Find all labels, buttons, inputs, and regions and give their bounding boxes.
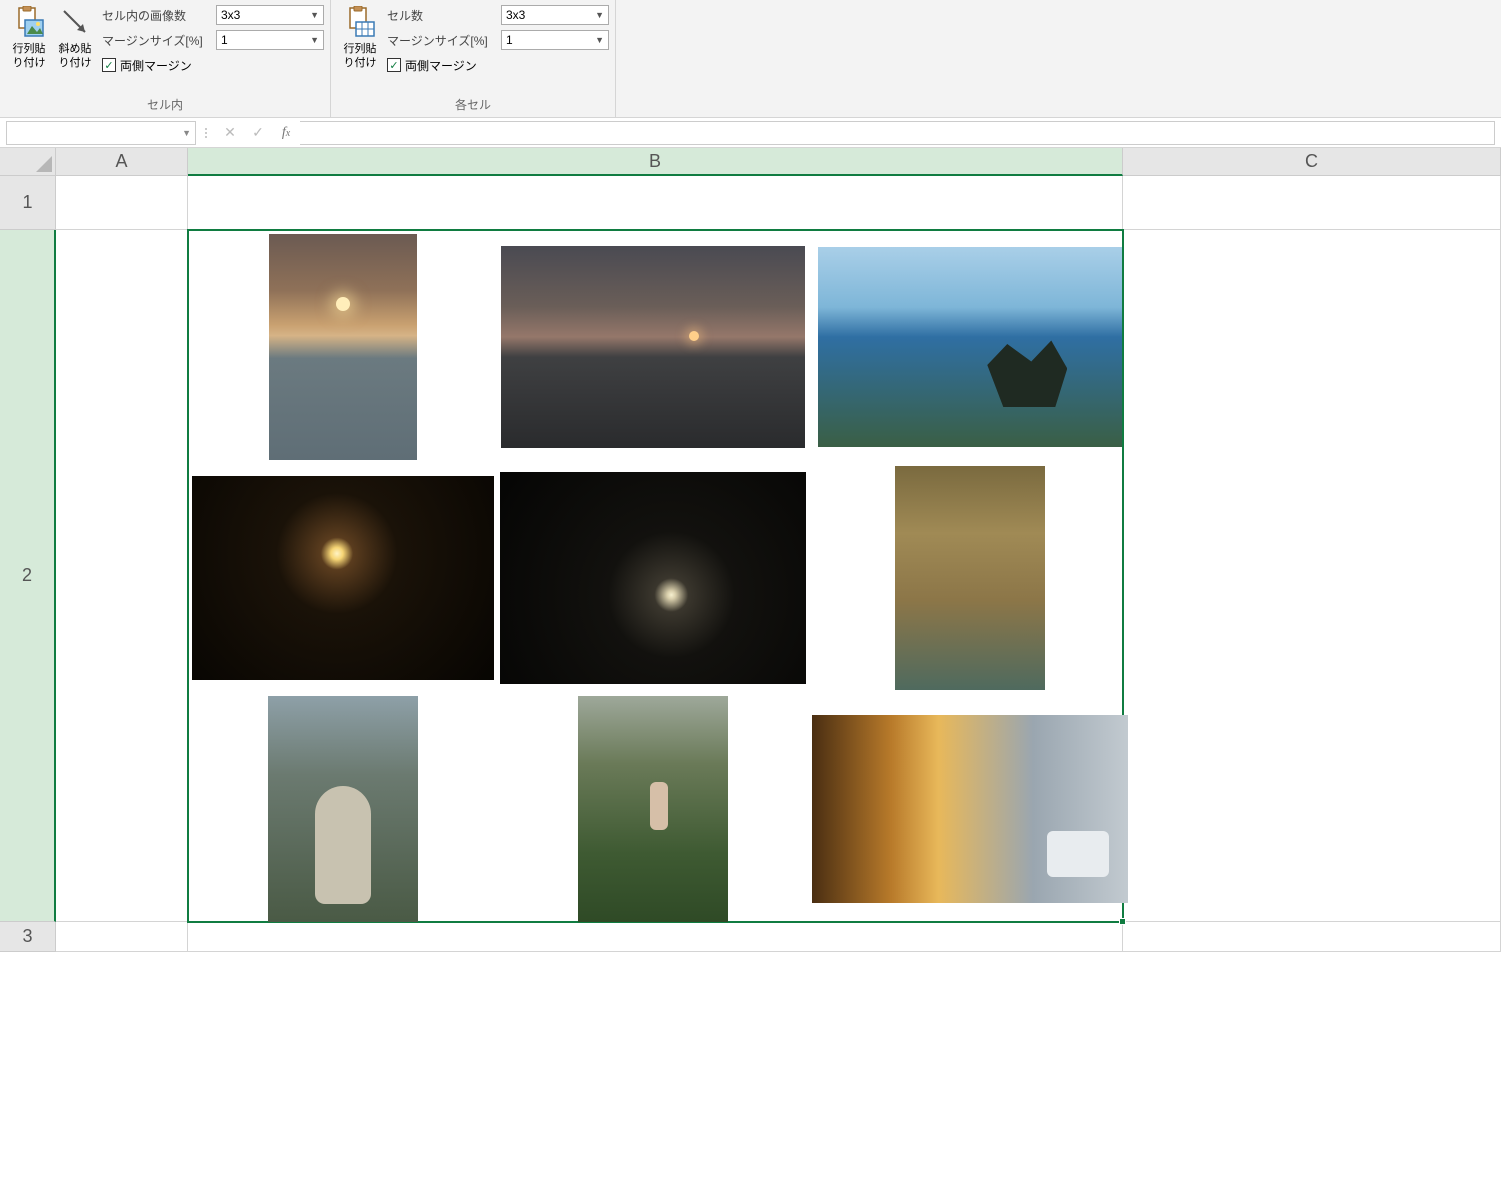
cell-a1[interactable] <box>56 176 188 230</box>
inserted-image[interactable] <box>269 234 417 460</box>
image-grid-3x3 <box>189 231 1122 921</box>
inserted-image[interactable] <box>500 472 806 684</box>
inserted-image[interactable] <box>192 476 494 680</box>
paste-rowcol-button[interactable]: 行列貼り付け <box>6 2 52 75</box>
worksheet-grid: A B C 1 2 3 <box>0 148 1501 1201</box>
cell-c3[interactable] <box>1123 922 1501 952</box>
inserted-image[interactable] <box>812 715 1128 903</box>
cell-count-label: セル数 <box>387 7 497 24</box>
ribbon-group-label-1: セル内 <box>6 94 324 115</box>
both-margin-checkbox-2[interactable]: ✓ <box>387 58 401 72</box>
margin-size-value: 1 <box>221 33 228 47</box>
name-box[interactable]: ▼ <box>6 121 196 145</box>
diagonal-arrow-icon <box>59 6 91 40</box>
chevron-down-icon: ▼ <box>310 10 319 20</box>
column-header-b[interactable]: B <box>188 148 1123 176</box>
margin-size-combo-2[interactable]: 1 ▼ <box>501 30 609 50</box>
margin-size-value-2: 1 <box>506 33 513 47</box>
cell-a3[interactable] <box>56 922 188 952</box>
cell-c2[interactable] <box>1123 230 1501 922</box>
cell-c1[interactable] <box>1123 176 1501 230</box>
inserted-image[interactable] <box>578 696 728 922</box>
inserted-image[interactable] <box>818 247 1122 447</box>
cell-b3[interactable] <box>188 922 1123 952</box>
chevron-down-icon: ▼ <box>182 128 191 138</box>
chevron-down-icon: ▼ <box>595 10 604 20</box>
images-in-cell-combo[interactable]: 3x3 ▼ <box>216 5 324 25</box>
inserted-image[interactable] <box>268 696 418 922</box>
column-header-a[interactable]: A <box>56 148 188 176</box>
margin-size-combo[interactable]: 1 ▼ <box>216 30 324 50</box>
fx-button[interactable]: fx <box>272 121 300 145</box>
paste-diag-label: 斜め貼り付け <box>59 42 92 71</box>
paste-rowcol-label-2: 行列貼り付け <box>344 42 377 71</box>
ribbon-group-cell-inside: 行列貼り付け 斜め貼り付け セル内の画像数 3x3 ▼ <box>0 0 331 117</box>
row-headers: 1 2 3 <box>0 176 56 952</box>
row-header-1[interactable]: 1 <box>0 176 56 230</box>
clipboard-image-icon <box>13 6 45 40</box>
cancel-button[interactable]: ✕ <box>216 121 244 145</box>
ribbon-group-label-2: 各セル <box>337 94 609 115</box>
formula-bar: ▼ ✕ ✓ fx <box>0 118 1501 148</box>
ribbon-group-each-cell: 行列貼り付け セル数 3x3 ▼ マージンサイズ[%] 1 ▼ <box>331 0 616 117</box>
chevron-down-icon: ▼ <box>595 35 604 45</box>
cell-a2[interactable] <box>56 230 188 922</box>
paste-diag-button[interactable]: 斜め貼り付け <box>52 2 98 75</box>
cell-b1[interactable] <box>188 176 1123 230</box>
select-all-corner[interactable] <box>0 148 56 176</box>
inserted-image[interactable] <box>501 246 805 448</box>
formula-input[interactable] <box>300 121 1495 145</box>
margin-size-label: マージンサイズ[%] <box>102 32 212 49</box>
column-header-c[interactable]: C <box>1123 148 1501 176</box>
cell-b2[interactable] <box>187 229 1124 923</box>
check-icon: ✓ <box>252 124 264 141</box>
paste-rowcol-button-2[interactable]: 行列貼り付け <box>337 2 383 75</box>
ribbon: 行列貼り付け 斜め貼り付け セル内の画像数 3x3 ▼ <box>0 0 1501 118</box>
both-margin-label: 両側マージン <box>120 57 192 74</box>
cell-count-combo[interactable]: 3x3 ▼ <box>501 5 609 25</box>
margin-size-label-2: マージンサイズ[%] <box>387 32 497 49</box>
both-margin-checkbox[interactable]: ✓ <box>102 58 116 72</box>
enter-button[interactable]: ✓ <box>244 121 272 145</box>
fx-icon: fx <box>282 125 290 141</box>
column-headers: A B C <box>0 148 1501 176</box>
row-header-2[interactable]: 2 <box>0 230 56 922</box>
row-header-3[interactable]: 3 <box>0 922 56 952</box>
both-margin-label-2: 両側マージン <box>405 57 477 74</box>
separator-dots <box>200 128 212 138</box>
fill-handle[interactable] <box>1119 918 1126 925</box>
images-in-cell-label: セル内の画像数 <box>102 7 212 24</box>
x-icon: ✕ <box>224 124 236 141</box>
chevron-down-icon: ▼ <box>310 35 319 45</box>
cell-count-value: 3x3 <box>506 8 525 22</box>
cells-area <box>56 176 1501 952</box>
inserted-image[interactable] <box>895 466 1045 690</box>
paste-rowcol-label: 行列貼り付け <box>13 42 46 71</box>
clipboard-table-icon <box>344 6 376 40</box>
images-in-cell-value: 3x3 <box>221 8 240 22</box>
